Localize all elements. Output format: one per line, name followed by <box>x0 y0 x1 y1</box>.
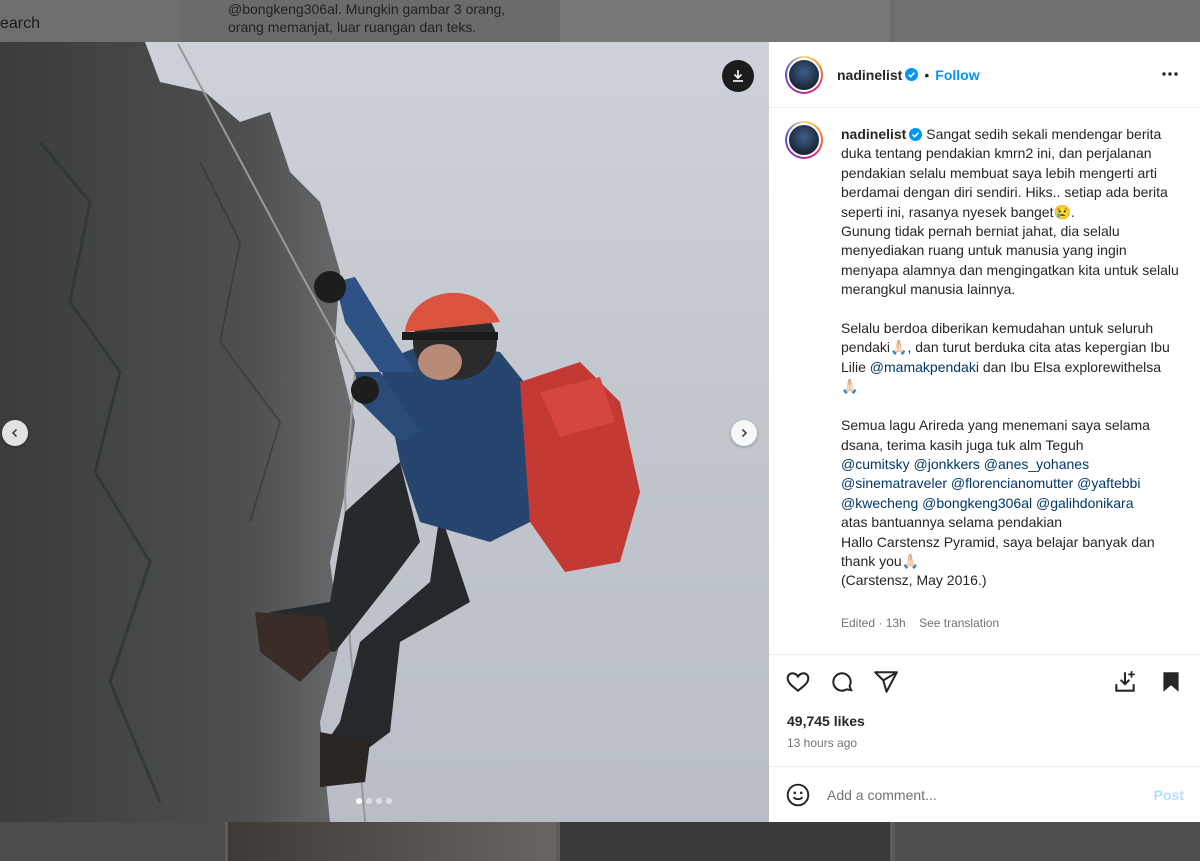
download-icon <box>733 70 743 82</box>
username-link[interactable]: nadinelist <box>837 67 902 83</box>
background-caption-line: @bongkeng306al. Mungkin gambar 3 orang, <box>228 1 506 17</box>
post-modal: nadinelist • Follow nadinelist Sangat se… <box>0 42 1200 822</box>
background-caption: @bongkeng306al. Mungkin gambar 3 orang, … <box>228 0 558 36</box>
comment-icon[interactable] <box>829 669 855 695</box>
caption-segment: Sangat sedih sekali mendengar berita duk… <box>841 126 1179 375</box>
background-thumbnail <box>895 822 1200 861</box>
caption-meta: Edited · 13h See translation <box>841 616 999 630</box>
avatar-image <box>787 123 821 157</box>
previous-photo-button[interactable] <box>2 420 28 446</box>
save-to-collection-icon[interactable] <box>1112 669 1138 695</box>
background-tile <box>560 0 890 42</box>
download-button[interactable] <box>722 60 754 92</box>
carousel-dot <box>366 798 372 804</box>
verified-badge-icon <box>905 68 919 81</box>
post-timestamp[interactable]: 13 hours ago <box>787 736 857 750</box>
carousel-dot <box>386 798 392 804</box>
carousel-dot <box>376 798 382 804</box>
background-search-label: earch <box>0 15 41 32</box>
caption-avatar[interactable] <box>785 121 823 159</box>
edited-timestamp: Edited · 13h <box>841 616 906 630</box>
heart-icon[interactable] <box>785 669 811 695</box>
post-photo <box>0 42 769 822</box>
carousel-dots <box>356 798 392 804</box>
avatar-image <box>787 57 821 92</box>
caption-mentions[interactable]: @cumitsky @jonkkers @anes_yohanes @sinem… <box>841 456 1140 511</box>
caption-mentions[interactable]: @mamakpendaki <box>870 359 979 375</box>
next-photo-button[interactable] <box>731 420 757 446</box>
background-caption-line: orang memanjat, luar ruangan dan teks. <box>228 19 477 35</box>
post-actions: 49,745 likes 13 hours ago <box>769 654 1200 766</box>
background-thumbnail <box>0 822 225 861</box>
header-separator: • <box>924 66 930 83</box>
post-side-panel: nadinelist • Follow nadinelist Sangat se… <box>769 42 1200 822</box>
follow-button[interactable]: Follow <box>935 67 979 83</box>
carousel-dot <box>356 798 362 804</box>
see-translation-link[interactable]: See translation <box>919 616 999 630</box>
header-user-info: nadinelist • Follow <box>837 67 980 83</box>
chevron-right-icon <box>741 428 748 438</box>
background-thumbnail <box>560 822 890 861</box>
background-tile <box>895 0 1200 42</box>
climber-photo <box>0 42 640 822</box>
avatar[interactable] <box>785 55 823 94</box>
verified-badge-icon <box>909 128 923 141</box>
caption-segment: atas bantuannya selama pendakian Hallo C… <box>841 514 1155 589</box>
post-comment-button[interactable]: Post <box>1154 787 1184 803</box>
emoji-icon[interactable] <box>785 782 811 808</box>
background-thumbnails <box>0 822 1200 861</box>
comment-input[interactable] <box>827 786 1127 803</box>
action-icons-right <box>1112 669 1184 695</box>
more-options-icon[interactable] <box>1160 64 1180 84</box>
bookmark-icon[interactable] <box>1158 669 1184 695</box>
background-header: earch @bongkeng306al. Mungkin gambar 3 o… <box>0 0 1200 42</box>
background-thumbnail <box>228 822 556 861</box>
caption-area: nadinelist Sangat sedih sekali mendengar… <box>769 109 1200 654</box>
caption-text: nadinelist Sangat sedih sekali mendengar… <box>841 125 1181 591</box>
caption-body: Sangat sedih sekali mendengar berita duk… <box>841 126 1179 588</box>
likes-count[interactable]: 49,745 likes <box>787 713 865 729</box>
action-icons <box>785 669 899 695</box>
post-header: nadinelist • Follow <box>769 42 1200 108</box>
share-icon[interactable] <box>873 669 899 695</box>
comment-bar: Post <box>769 766 1200 822</box>
caption-username[interactable]: nadinelist <box>841 126 906 142</box>
chevron-left-icon <box>11 428 18 438</box>
